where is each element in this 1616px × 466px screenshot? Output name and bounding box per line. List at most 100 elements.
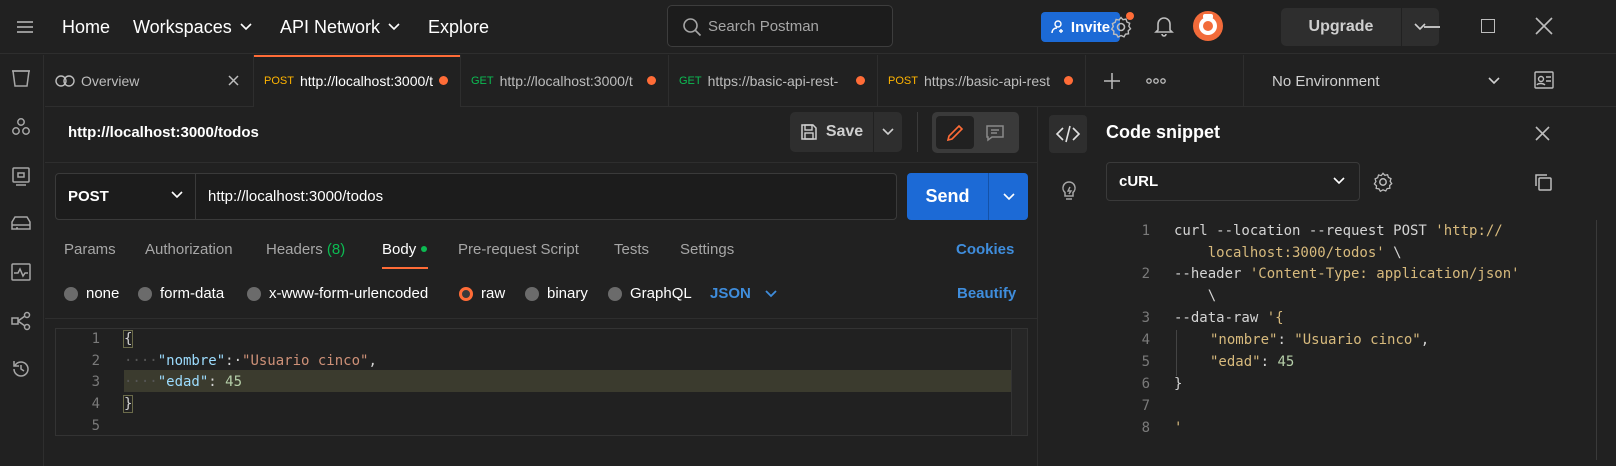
history-icon[interactable] bbox=[10, 358, 34, 382]
body-editor[interactable]: 1 2 3 4 5 { ····"nombre":·"Usuario cinco… bbox=[55, 328, 1028, 436]
indent-guide bbox=[1176, 330, 1177, 376]
tab-overview[interactable]: Overview bbox=[45, 55, 254, 107]
tab-body[interactable]: Body bbox=[382, 241, 428, 258]
headers-count: (8) bbox=[326, 241, 346, 258]
settings-gear-icon[interactable] bbox=[1109, 12, 1134, 39]
nav-api-network[interactable]: API Network bbox=[280, 0, 400, 54]
body-type-binary[interactable]: binary bbox=[525, 285, 588, 302]
nav-workspaces[interactable]: Workspaces bbox=[133, 0, 252, 54]
body-format-select[interactable]: JSON bbox=[710, 285, 777, 302]
send-button[interactable]: Send bbox=[907, 173, 1028, 220]
divider bbox=[45, 318, 1037, 319]
hamburger-menu-icon[interactable] bbox=[14, 16, 36, 38]
flows-icon[interactable] bbox=[10, 310, 34, 334]
comment-icon[interactable] bbox=[985, 123, 1005, 143]
snippet-scrollbar[interactable] bbox=[1596, 220, 1597, 460]
line-number: 3 bbox=[91, 374, 100, 390]
copy-icon[interactable] bbox=[1533, 172, 1553, 192]
tab-headers[interactable]: Headers (8) bbox=[266, 241, 345, 258]
method-label: POST bbox=[68, 188, 109, 205]
language-select[interactable]: cURL bbox=[1106, 162, 1360, 201]
environment-quick-look-icon[interactable] bbox=[1534, 70, 1556, 92]
request-tabs-bar: Overview POST http://localhost:3000/t GE… bbox=[45, 55, 1616, 107]
maximize-window-icon[interactable] bbox=[1481, 19, 1495, 33]
tab-authorization[interactable]: Authorization bbox=[145, 241, 233, 258]
tab-get-basic-api[interactable]: GET https://basic-api-rest- bbox=[669, 55, 878, 107]
body-type-graphql[interactable]: GraphQL bbox=[608, 285, 692, 302]
json-value: 45 bbox=[225, 374, 243, 390]
left-sidebar bbox=[0, 55, 44, 466]
environments-icon[interactable] bbox=[10, 165, 34, 189]
cookies-link[interactable]: Cookies bbox=[956, 241, 1014, 258]
more-tabs-icon[interactable] bbox=[1146, 77, 1166, 85]
tab-get-localhost[interactable]: GET http://localhost:3000/t bbox=[461, 55, 669, 107]
close-window-icon[interactable] bbox=[1535, 17, 1553, 35]
nav-explore[interactable]: Explore bbox=[428, 0, 489, 54]
request-title[interactable]: http://localhost:3000/todos bbox=[68, 124, 259, 141]
tab-params[interactable]: Params bbox=[64, 241, 116, 258]
save-main[interactable]: Save bbox=[790, 112, 874, 152]
chevron-down-icon[interactable] bbox=[874, 128, 902, 136]
avatar[interactable] bbox=[1193, 11, 1223, 41]
code-icon-button[interactable] bbox=[1049, 115, 1087, 153]
tab-method: POST bbox=[888, 75, 918, 87]
body-type-none[interactable]: none bbox=[64, 285, 119, 302]
bell-icon[interactable] bbox=[1154, 15, 1176, 39]
new-tab-plus-icon[interactable] bbox=[1103, 72, 1121, 90]
minimize-window-icon[interactable] bbox=[1424, 26, 1440, 28]
code-string: 'http:// bbox=[1435, 223, 1503, 239]
radio-circle bbox=[64, 286, 78, 301]
code-snippet-title: Code snippet bbox=[1106, 122, 1221, 142]
body-type-raw[interactable]: raw bbox=[459, 285, 505, 302]
nav-explore-label: Explore bbox=[428, 16, 490, 37]
editor-scrollbar[interactable] bbox=[1011, 329, 1027, 435]
body-type-form-data[interactable]: form-data bbox=[138, 285, 224, 302]
radio-label: x-www-form-urlencoded bbox=[269, 285, 429, 302]
tab-settings[interactable]: Settings bbox=[680, 241, 734, 258]
radio-circle bbox=[138, 286, 152, 301]
mock-servers-icon[interactable] bbox=[10, 213, 34, 237]
close-icon[interactable] bbox=[228, 75, 239, 86]
upgrade-button[interactable]: Upgrade bbox=[1281, 8, 1439, 46]
gear-icon[interactable] bbox=[1372, 171, 1394, 193]
divider bbox=[45, 162, 1037, 163]
url-input[interactable]: http://localhost:3000/todos bbox=[208, 188, 383, 205]
monitors-icon[interactable] bbox=[10, 261, 34, 285]
method-select[interactable]: POST bbox=[56, 174, 196, 219]
code-line: ····"edad": 45 bbox=[124, 374, 243, 390]
line-number: 4 bbox=[1141, 332, 1150, 348]
line-number: 1 bbox=[1141, 223, 1150, 239]
line-number: 5 bbox=[1141, 354, 1150, 370]
radio-circle bbox=[525, 286, 539, 301]
tab-tests[interactable]: Tests bbox=[614, 241, 649, 258]
top-bar: Home Workspaces API Network Explore Sear… bbox=[0, 0, 1616, 54]
notification-dot bbox=[1126, 12, 1134, 20]
tab-label: https://basic-api-rest bbox=[923, 73, 1051, 89]
unsaved-dot bbox=[647, 76, 656, 85]
tab-post-basic-api[interactable]: POST https://basic-api-rest bbox=[878, 55, 1086, 107]
search-input[interactable]: Search Postman bbox=[667, 5, 893, 47]
unsaved-dot bbox=[1064, 76, 1073, 85]
chevron-down-icon bbox=[388, 23, 400, 31]
save-button[interactable]: Save bbox=[790, 112, 902, 152]
unsaved-dot bbox=[856, 76, 865, 85]
code-line: ····"nombre":·"Usuario cinco", bbox=[124, 353, 377, 369]
code-line: "edad": 45 bbox=[1210, 354, 1295, 370]
chevron-down-icon bbox=[171, 191, 183, 199]
code-string: 'Content-Type: application/json' bbox=[1249, 266, 1520, 282]
apis-icon[interactable] bbox=[10, 116, 34, 140]
nav-home[interactable]: Home bbox=[62, 0, 110, 54]
tab-headers-label: Headers bbox=[266, 241, 323, 258]
beautify-link[interactable]: Beautify bbox=[957, 285, 1016, 302]
tab-pre-request-script[interactable]: Pre-request Script bbox=[458, 241, 579, 258]
environment-select[interactable]: No Environment bbox=[1243, 55, 1543, 107]
close-icon[interactable] bbox=[1535, 126, 1550, 141]
chevron-down-icon[interactable] bbox=[989, 192, 1028, 201]
tab-post-localhost[interactable]: POST http://localhost:3000/t bbox=[254, 55, 461, 107]
lightbulb-icon[interactable] bbox=[1058, 179, 1080, 203]
url-bar: POST http://localhost:3000/todos bbox=[55, 173, 897, 220]
radio-label: binary bbox=[547, 285, 588, 302]
line-number: 1 bbox=[91, 331, 100, 347]
body-type-urlencoded[interactable]: x-www-form-urlencoded bbox=[247, 285, 428, 302]
collections-icon[interactable] bbox=[10, 67, 34, 91]
